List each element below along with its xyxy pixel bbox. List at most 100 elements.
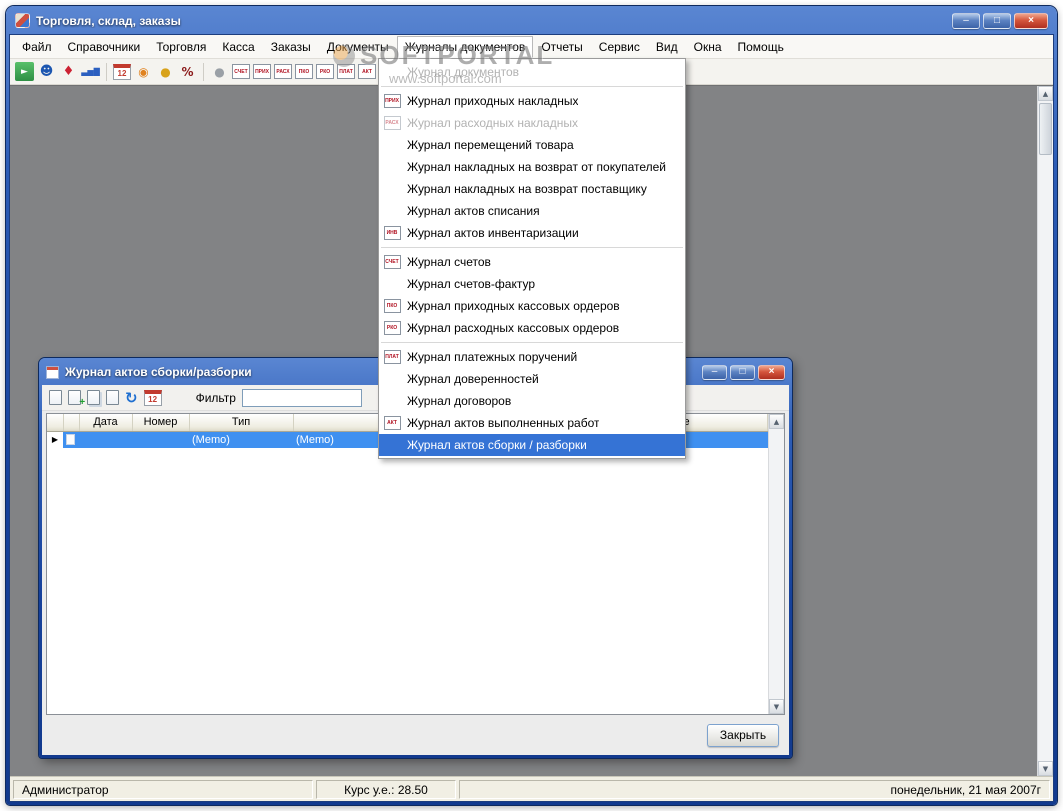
cash-out-doc-icon: РКО (383, 321, 401, 335)
payment-doc-icon: ПЛАТ (383, 350, 401, 364)
menu-separator (381, 247, 683, 248)
status-date: понедельник, 21 мая 2007г (459, 779, 1050, 799)
menu-item-akty-sborki-razborki[interactable]: Журнал актов сборки / разборки (379, 434, 685, 456)
table-scrollbar[interactable]: ▲ ▼ (768, 414, 784, 714)
menu-okna[interactable]: Окна (686, 36, 730, 58)
income-doc-icon: ПРИХ (383, 94, 401, 108)
menu-item-vozvrat-ot-pokupateley[interactable]: Журнал накладных на возврат от покупател… (379, 156, 685, 178)
exit-icon[interactable]: ► (15, 62, 34, 81)
payment-doc-icon[interactable]: ПЛАТ (337, 64, 355, 79)
menu-otchety[interactable]: Отчеты (533, 36, 590, 58)
menu-item-prihodnye-kassovye-ordera[interactable]: ПКО Журнал приходных кассовых ордеров (379, 295, 685, 317)
cell-type: (Memo) (189, 431, 293, 448)
status-user: Администратор (13, 779, 313, 799)
minimize-button[interactable]: – (952, 12, 980, 29)
menu-kassa[interactable]: Касса (214, 36, 262, 58)
services-icon[interactable]: ● (210, 62, 229, 81)
column-header-number[interactable]: Номер (132, 414, 190, 432)
scroll-up-icon[interactable]: ▲ (769, 414, 784, 429)
income-doc-icon[interactable]: ПРИХ (253, 64, 271, 79)
status-currency-rate: Курс у.е.: 28.50 (316, 779, 456, 799)
copy-document-icon[interactable] (87, 390, 100, 405)
menu-item-rashodnye-nakladnye[interactable]: РАСХ Журнал расходных накладных (379, 112, 685, 134)
main-titlebar: Торговля, склад, заказы – □ × (9, 9, 1054, 34)
cash-in-doc-icon[interactable]: ПКО (295, 64, 313, 79)
menu-item-peremescheniya-tovara[interactable]: Журнал перемещений товара (379, 134, 685, 156)
menu-item-rashodnye-kassovye-ordera[interactable]: РКО Журнал расходных кассовых ордеров (379, 317, 685, 339)
cell-date (79, 431, 132, 448)
menu-item-zhurnal-dokumentov[interactable]: Журнал документов (379, 61, 685, 83)
menu-spravochniki[interactable]: Справочники (60, 36, 149, 58)
menu-servis[interactable]: Сервис (591, 36, 648, 58)
filter-label: Фильтр (195, 390, 236, 405)
menu-zhurnaly-dokumentov[interactable]: Журналы документов (396, 35, 534, 58)
view-document-icon[interactable] (49, 390, 62, 405)
contractors-icon[interactable]: ☻ (37, 62, 56, 81)
filter-input[interactable] (241, 388, 362, 407)
child-footer: Закрыть (42, 715, 789, 755)
menu-item-platezhnye-porucheniya[interactable]: ПЛАТ Журнал платежных поручений (379, 346, 685, 368)
menu-torgovlya[interactable]: Торговля (148, 36, 214, 58)
app-icon (15, 13, 30, 28)
child-maximize-button[interactable]: □ (730, 364, 755, 380)
menu-pomosch[interactable]: Помощь (730, 36, 792, 58)
invoice-doc-icon: СЧЕТ (383, 255, 401, 269)
menu-item-scheta-faktury[interactable]: Журнал счетов-фактур (379, 273, 685, 295)
memo-doc-icon (66, 434, 75, 446)
column-header-type[interactable]: Тип (189, 414, 294, 432)
period-calendar-icon[interactable]: 12 (143, 389, 162, 406)
menu-separator (381, 342, 683, 343)
window-title: Торговля, склад, заказы (36, 13, 181, 28)
close-button[interactable]: × (1014, 12, 1048, 29)
menu-vid[interactable]: Вид (648, 36, 686, 58)
column-header-icon[interactable] (63, 414, 80, 432)
scroll-thumb[interactable] (1039, 103, 1052, 155)
menu-dokumenty[interactable]: Документы (319, 36, 397, 58)
child-minimize-button[interactable]: – (702, 364, 727, 380)
main-window: Торговля, склад, заказы – □ × Файл Справ… (6, 6, 1057, 805)
maximize-button[interactable]: □ (983, 12, 1011, 29)
expense-doc-icon[interactable]: РАСХ (274, 64, 292, 79)
close-journal-button[interactable]: Закрыть (707, 723, 779, 747)
menubar: Файл Справочники Торговля Касса Заказы Д… (10, 35, 1053, 59)
journals-dropdown-menu: Журнал документов ПРИХ Журнал приходных … (378, 58, 686, 459)
column-header-marker[interactable] (47, 414, 64, 432)
scroll-up-icon[interactable]: ▲ (1038, 86, 1053, 101)
menu-item-akty-inventarizacii[interactable]: ИНВ Журнал актов инвентаризации (379, 222, 685, 244)
menu-item-akty-vypolnennyh-rabot[interactable]: АКТ Журнал актов выполненных работ (379, 412, 685, 434)
add-document-icon[interactable]: + (68, 390, 85, 408)
toolbar-separator (203, 62, 204, 81)
menu-item-scheta[interactable]: СЧЕТ Журнал счетов (379, 251, 685, 273)
invoice-doc-icon[interactable]: СЧЕТ (232, 64, 250, 79)
act-doc-icon[interactable]: АКТ (358, 64, 376, 79)
menu-item-akty-spisaniya[interactable]: Журнал актов списания (379, 200, 685, 222)
column-header-date[interactable]: Дата (79, 414, 133, 432)
mdi-scrollbar[interactable]: ▲ ▼ (1037, 86, 1053, 776)
menu-item-dogovory[interactable]: Журнал договоров (379, 390, 685, 412)
statusbar: Администратор Курс у.е.: 28.50 понедельн… (10, 776, 1053, 801)
menu-zakazy[interactable]: Заказы (263, 36, 319, 58)
menu-separator (381, 86, 683, 87)
refresh-icon[interactable]: ↻ (125, 389, 138, 407)
cash-out-doc-icon[interactable]: РКО (316, 64, 334, 79)
inventory-doc-icon: ИНВ (383, 226, 401, 240)
time-icon[interactable]: ◉ (134, 62, 153, 81)
goods-icon[interactable]: ♦ (59, 62, 78, 81)
menu-item-doverennosti[interactable]: Журнал доверенностей (379, 368, 685, 390)
scroll-down-icon[interactable]: ▼ (1038, 761, 1053, 776)
expense-doc-icon: РАСХ (383, 116, 401, 130)
menu-item-prihodnye-nakladnye[interactable]: ПРИХ Журнал приходных накладных (379, 90, 685, 112)
row-icon-cell (63, 431, 79, 448)
documents-icon[interactable] (106, 390, 119, 405)
child-close-button[interactable]: × (758, 364, 785, 380)
toolbar-separator (106, 62, 107, 81)
menu-file[interactable]: Файл (14, 36, 60, 58)
calendar-icon[interactable]: 12 (113, 63, 131, 80)
money-icon[interactable]: ● (156, 62, 175, 81)
scroll-down-icon[interactable]: ▼ (769, 699, 784, 714)
menu-item-vozvrat-postavschiku[interactable]: Журнал накладных на возврат поставщику (379, 178, 685, 200)
reports-icon[interactable]: ▃▅▇ (81, 62, 100, 81)
rates-icon[interactable]: % (178, 62, 197, 81)
cell-number (132, 431, 189, 448)
current-row-marker: ▶ (47, 431, 63, 448)
